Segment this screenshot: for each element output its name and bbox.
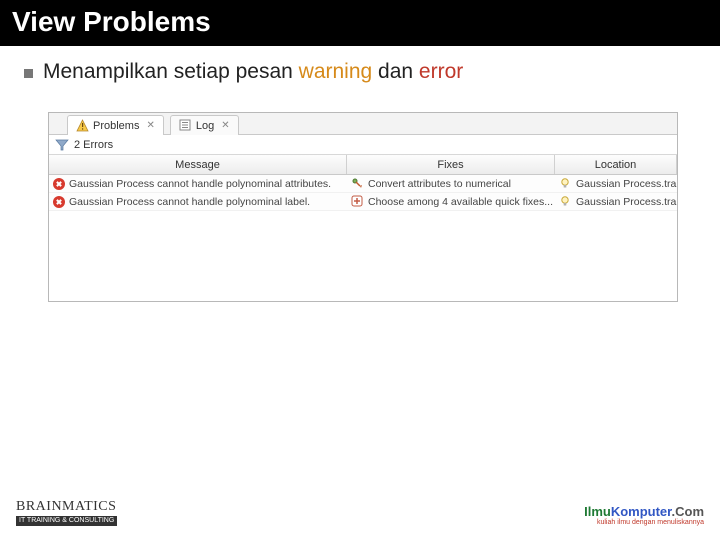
logo-brainmatics: BRAINMATICS IT TRAINING & CONSULTING: [16, 499, 117, 526]
error-icon: [53, 196, 65, 208]
table-row[interactable]: Gaussian Process cannot handle polynomin…: [49, 175, 677, 193]
col-fixes[interactable]: Fixes: [347, 155, 555, 174]
brand-part-a: Ilmu: [584, 504, 611, 519]
status-row: 2 Errors: [49, 135, 677, 155]
brand-text: BRAINMATICS: [16, 499, 117, 514]
tab-log-label: Log: [196, 120, 214, 132]
slide-body: Menampilkan setiap pesan warning dan err…: [0, 46, 720, 302]
location-text: Gaussian Process.training set: [576, 193, 677, 210]
slide-title-bar: View Problems: [0, 0, 720, 46]
message-text: Gaussian Process cannot handle polynomin…: [69, 193, 310, 210]
cell-location: Gaussian Process.training set: [555, 175, 677, 192]
logo-ilmukomputer: IlmuKomputer.Com kuliah ilmu dengan menu…: [584, 505, 704, 526]
bullet-error-word: error: [419, 60, 463, 83]
bullet-item: Menampilkan setiap pesan warning dan err…: [24, 60, 696, 84]
bullet-prefix: Menampilkan setiap pesan: [43, 60, 299, 83]
warning-icon: [76, 119, 89, 132]
tab-problems-label: Problems: [93, 120, 139, 132]
tab-strip: Problems ✕ Log ✕: [49, 113, 677, 135]
close-icon[interactable]: ✕: [221, 120, 229, 131]
location-text: Gaussian Process.training set: [576, 175, 677, 192]
bullet-connector: dan: [372, 60, 419, 83]
problems-panel: Problems ✕ Log ✕ 2 Errors Message Fixes …: [48, 112, 678, 302]
status-text: 2 Errors: [74, 139, 113, 151]
quickfix-icon: [351, 195, 364, 208]
brand-strap: IT TRAINING & CONSULTING: [16, 516, 117, 526]
cell-fix: Convert attributes to numerical: [347, 175, 555, 192]
filter-icon[interactable]: [55, 138, 68, 151]
table-row[interactable]: Gaussian Process cannot handle polynomin…: [49, 193, 677, 211]
bulb-icon: [559, 177, 572, 190]
brand-part-b: Komputer: [611, 504, 672, 519]
bullet-icon: [24, 69, 33, 78]
bullet-warning-word: warning: [299, 60, 373, 83]
convert-icon: [351, 177, 364, 190]
cell-message: Gaussian Process cannot handle polynomin…: [49, 175, 347, 192]
message-text: Gaussian Process cannot handle polynomin…: [69, 175, 331, 192]
error-icon: [53, 178, 65, 190]
close-icon[interactable]: ✕: [146, 120, 154, 131]
fix-text: Convert attributes to numerical: [368, 175, 511, 192]
log-icon: [179, 119, 192, 132]
cell-message: Gaussian Process cannot handle polynomin…: [49, 193, 347, 210]
panel-empty-area: [49, 211, 677, 301]
bulb-icon: [559, 195, 572, 208]
footer: BRAINMATICS IT TRAINING & CONSULTING Ilm…: [16, 499, 704, 526]
tab-log[interactable]: Log ✕: [170, 115, 239, 135]
column-headers: Message Fixes Location: [49, 155, 677, 175]
col-location[interactable]: Location: [555, 155, 677, 174]
cell-location: Gaussian Process.training set: [555, 193, 677, 210]
cell-fix: Choose among 4 available quick fixes...: [347, 193, 555, 210]
brand-right-tag: kuliah ilmu dengan menuliskannya: [584, 519, 704, 526]
bullet-text: Menampilkan setiap pesan warning dan err…: [43, 60, 463, 84]
brand-right: IlmuKomputer.Com: [584, 505, 704, 519]
col-message[interactable]: Message: [49, 155, 347, 174]
brand-part-c: .Com: [672, 504, 705, 519]
tab-problems[interactable]: Problems ✕: [67, 115, 164, 135]
slide-title: View Problems: [12, 6, 708, 38]
fix-text: Choose among 4 available quick fixes...: [368, 193, 553, 210]
